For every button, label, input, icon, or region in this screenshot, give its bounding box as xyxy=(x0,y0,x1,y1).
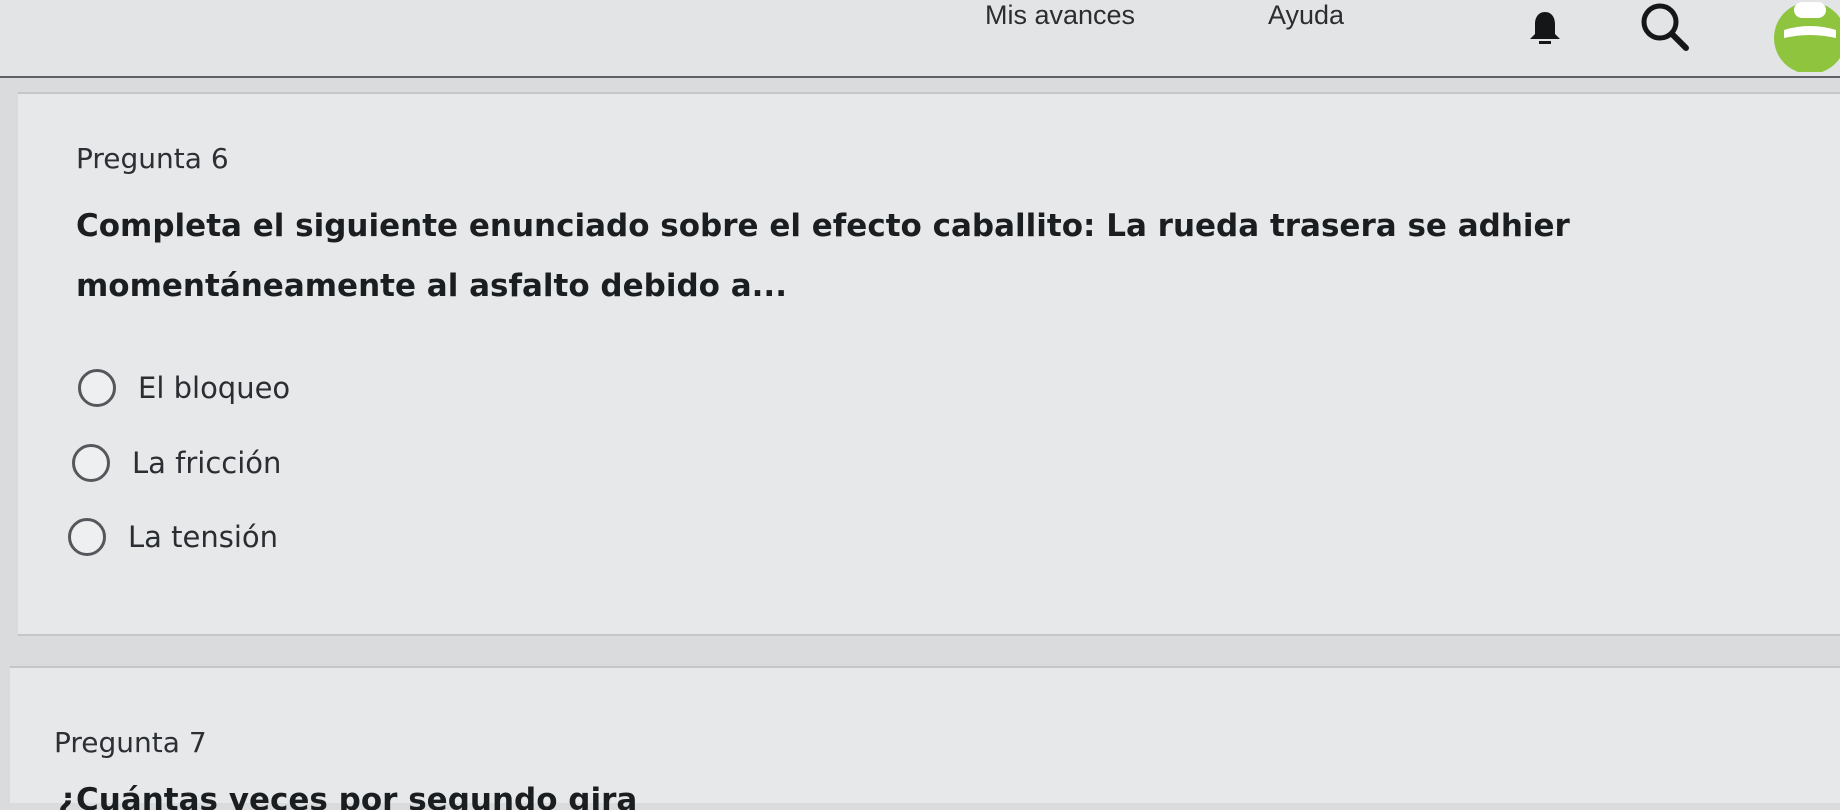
radio-button[interactable] xyxy=(72,444,110,482)
question-number: Pregunta 6 xyxy=(76,142,229,175)
radio-button[interactable] xyxy=(68,518,106,556)
answer-option-la-friccion[interactable]: La fricción xyxy=(72,439,281,487)
answer-option-la-tension[interactable]: La tensión xyxy=(68,513,278,561)
question-text: Completa el siguiente enunciado sobre el… xyxy=(76,208,1570,304)
search-icon[interactable] xyxy=(1636,2,1692,58)
option-label: El bloqueo xyxy=(138,371,291,405)
nav-link-mis-avances[interactable]: Mis avances xyxy=(985,0,1135,31)
nav-link-ayuda[interactable]: Ayuda xyxy=(1268,0,1344,31)
question-text-partial: ¿Cuántas veces por segundo gira xyxy=(58,780,1758,810)
question-number: Pregunta 7 xyxy=(54,726,207,759)
bell-icon[interactable] xyxy=(1525,8,1565,48)
option-label: La fricción xyxy=(132,446,282,480)
answer-option-el-bloqueo[interactable]: El bloqueo xyxy=(78,364,290,412)
question-text: ¿Cuántas veces por segundo gira xyxy=(58,782,638,810)
user-avatar-icon[interactable] xyxy=(1772,0,1840,74)
question-card-7: Pregunta 7 ¿Cuántas veces por segundo gi… xyxy=(10,666,1840,810)
radio-button[interactable] xyxy=(78,369,116,407)
option-label: La tensión xyxy=(128,520,279,554)
top-navigation-bar: Mis avances Ayuda xyxy=(0,0,1840,78)
question-card-6: Pregunta 6 Completa el siguiente enuncia… xyxy=(18,92,1840,636)
